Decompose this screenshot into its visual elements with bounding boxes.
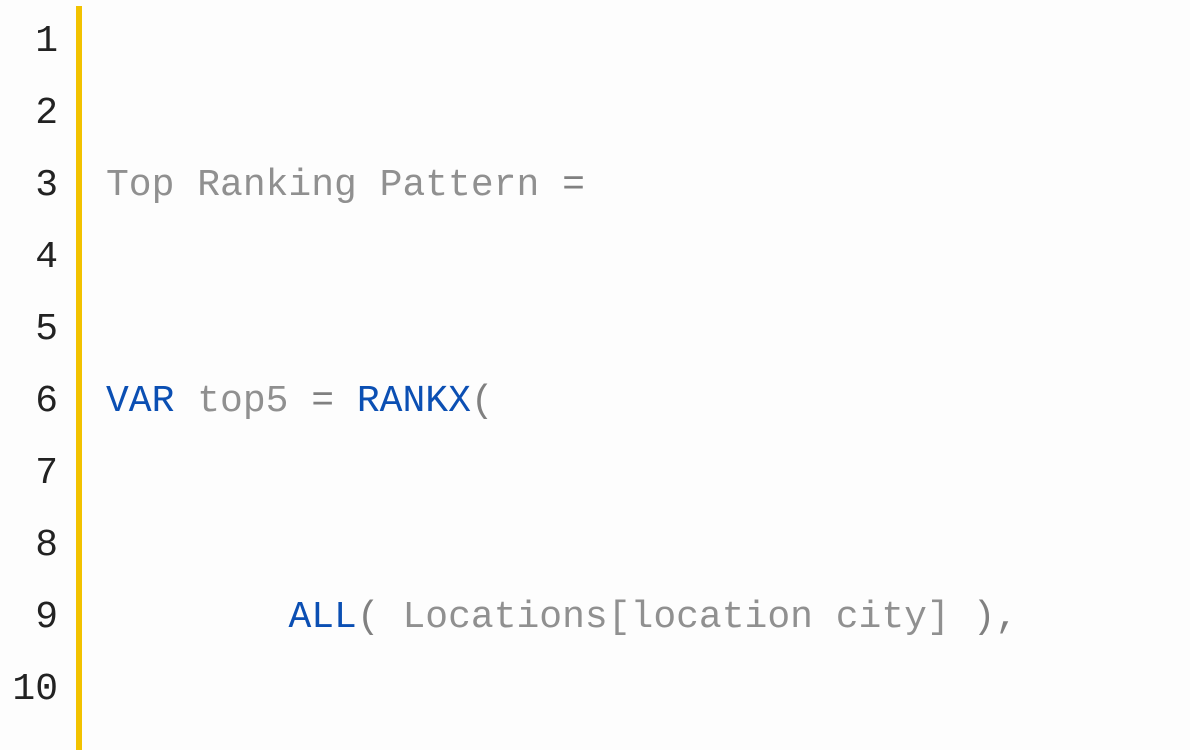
- line-number: 9: [6, 582, 58, 654]
- line-number-gutter: 1 2 3 4 5 6 7 8 9 10: [6, 6, 76, 750]
- code-line[interactable]: Top Ranking Pattern =: [106, 150, 1018, 222]
- line-number: 10: [6, 654, 58, 726]
- line-number: 4: [6, 222, 58, 294]
- code-line[interactable]: VAR top5 = RANKX(: [106, 366, 1018, 438]
- line-number: 7: [6, 438, 58, 510]
- code-editor: 1 2 3 4 5 6 7 8 9 10 Top Ranking Pattern…: [0, 0, 1190, 750]
- active-line-rule: [76, 6, 82, 750]
- line-number: 5: [6, 294, 58, 366]
- line-number: 8: [6, 510, 58, 582]
- line-number: 2: [6, 78, 58, 150]
- code-line[interactable]: ALL( Locations[location city] ),: [106, 582, 1018, 654]
- line-number: 6: [6, 366, 58, 438]
- line-number: 3: [6, 150, 58, 222]
- line-number: 1: [6, 6, 58, 78]
- code-area[interactable]: Top Ranking Pattern = VAR top5 = RANKX( …: [106, 6, 1018, 750]
